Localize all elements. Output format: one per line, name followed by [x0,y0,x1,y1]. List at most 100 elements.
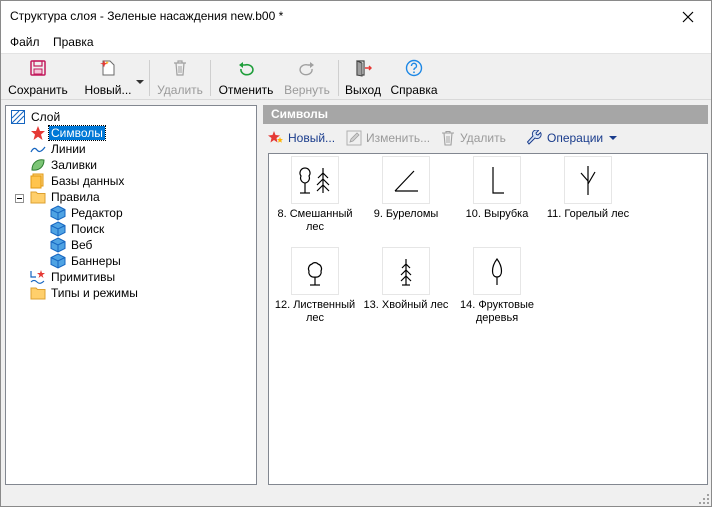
redo-button[interactable]: Вернуть [281,57,333,99]
operations-menu-button[interactable]: Операции [527,129,618,147]
symbol-preview [473,247,521,295]
symbol-label: 11. Горелый лес [546,208,630,220]
tree-item-label: Поиск [71,222,105,236]
menu-bar: Файл Правка [1,32,711,53]
layer-tree[interactable]: Слой Символы Линии Заливки Базы данных П… [5,105,257,485]
new-button[interactable]: Новый... [81,57,135,99]
new-document-icon [100,60,115,76]
tree-item-rules[interactable]: Правила [30,189,102,205]
close-button[interactable] [665,1,711,32]
symbol-label: 10. Вырубка [465,208,529,220]
cube-icon [50,237,66,253]
windfall-icon [394,170,418,192]
clearcut-icon [492,167,504,194]
tree-item-editor[interactable]: Редактор [50,205,125,221]
panel-header: Символы [263,105,708,124]
symbol-label: 14. Фруктовые деревья [459,299,535,324]
symbol-item[interactable]: 13. Хвойный лес [361,247,451,312]
toolbar-separator [149,60,150,96]
symbol-label: 9. Буреломы [373,208,439,220]
tree-item-label: Редактор [71,206,123,220]
folder-icon [30,285,46,301]
chevron-down-icon [136,80,144,84]
panel-new-button[interactable]: Новый... [268,129,335,147]
undo-label: Отменить [218,83,274,97]
redo-label: Вернуть [284,83,330,97]
tree-item-label: Примитивы [51,270,116,284]
tree-item-search[interactable]: Поиск [50,221,106,237]
help-label: Справка [390,83,438,97]
trash-icon [174,60,186,76]
symbol-preview [291,247,339,295]
database-icon [30,173,46,189]
title-bar: Структура слоя - Зеленые насаждения new.… [1,1,711,32]
symbol-preview [564,156,612,204]
symbol-item[interactable]: 9. Буреломы [361,156,451,221]
help-icon [405,59,423,77]
star-icon [30,125,46,141]
tree-item-types-modes[interactable]: Типы и режимы [30,285,140,301]
delete-button[interactable]: Удалить [156,57,204,99]
tree-item-label: Баннеры [71,254,121,268]
save-icon [30,60,46,76]
symbol-item[interactable]: 8. Смешанный лес [270,156,360,234]
new-dropdown-arrow[interactable] [136,74,144,88]
panel-toolbar: Новый... Изменить... Удалить Операции [263,126,708,150]
tree-item-lines[interactable]: Линии [30,141,88,157]
burnt-forest-icon [580,166,596,195]
panel-edit-label: Изменить... [366,131,431,145]
fill-leaf-icon [30,157,46,173]
window-title: Структура слоя - Зеленые насаждения new.… [10,9,284,23]
deciduous-tree-icon [307,262,323,286]
symbol-preview [382,156,430,204]
symbol-item[interactable]: 14. Фруктовые деревья [452,247,542,325]
symbol-label: 12. Лиственный лес [274,299,356,324]
help-button[interactable]: Справка [389,57,439,99]
fruit-tree-icon [491,257,503,285]
symbol-label: 8. Смешанный лес [277,208,353,233]
tree-item-databases[interactable]: Базы данных [30,173,126,189]
tree-item-primitives[interactable]: Примитивы [30,269,117,285]
undo-button[interactable]: Отменить [216,57,276,99]
save-label: Сохранить [8,83,68,97]
main-window: Структура слоя - Зеленые насаждения new.… [0,0,712,507]
symbols-panel: Символы Новый... Изменить... Удалить Опе… [263,105,708,485]
tree-item-banners[interactable]: Баннеры [50,253,123,269]
folder-icon [30,189,46,205]
cube-icon [50,253,66,269]
toolbar-separator [210,60,211,96]
new-star-icon [268,131,283,143]
symbol-label: 13. Хвойный лес [363,299,449,311]
tree-item-web[interactable]: Веб [50,237,94,253]
tree-item-label: Заливки [51,158,97,172]
panel-delete-label: Удалить [460,131,506,145]
menu-edit[interactable]: Правка [53,35,94,49]
save-button[interactable]: Сохранить [6,57,70,99]
tree-item-fills[interactable]: Заливки [30,157,99,173]
tree-item-symbols[interactable]: Символы [30,125,106,141]
menu-file[interactable]: Файл [10,35,40,49]
primitives-icon [30,269,46,285]
trash-icon [442,130,454,146]
tree-item-label: Базы данных [51,174,125,188]
tree-item-label: Типы и режимы [51,286,138,300]
exit-button[interactable]: Выход [343,57,383,99]
tree-item-label: Правила [51,190,100,204]
symbol-item[interactable]: 11. Горелый лес [543,156,633,221]
status-bar [1,489,711,506]
panel-edit-button[interactable]: Изменить... [346,129,430,147]
tree-item-layer[interactable]: Слой [10,109,62,125]
symbol-item[interactable]: 12. Лиственный лес [270,247,360,325]
line-icon [30,141,46,157]
tree-item-label: Линии [51,142,86,156]
exit-label: Выход [345,83,381,97]
conifer-tree-icon [400,259,412,286]
new-label: Новый... [84,83,132,97]
panel-delete-button[interactable]: Удалить [440,129,506,147]
rules-collapse-toggle[interactable] [15,194,24,203]
toolbar-separator [338,60,339,96]
symbol-preview [291,156,339,204]
symbol-item[interactable]: 10. Вырубка [452,156,542,221]
layer-icon [10,109,26,125]
resize-grip-icon[interactable] [699,494,709,504]
